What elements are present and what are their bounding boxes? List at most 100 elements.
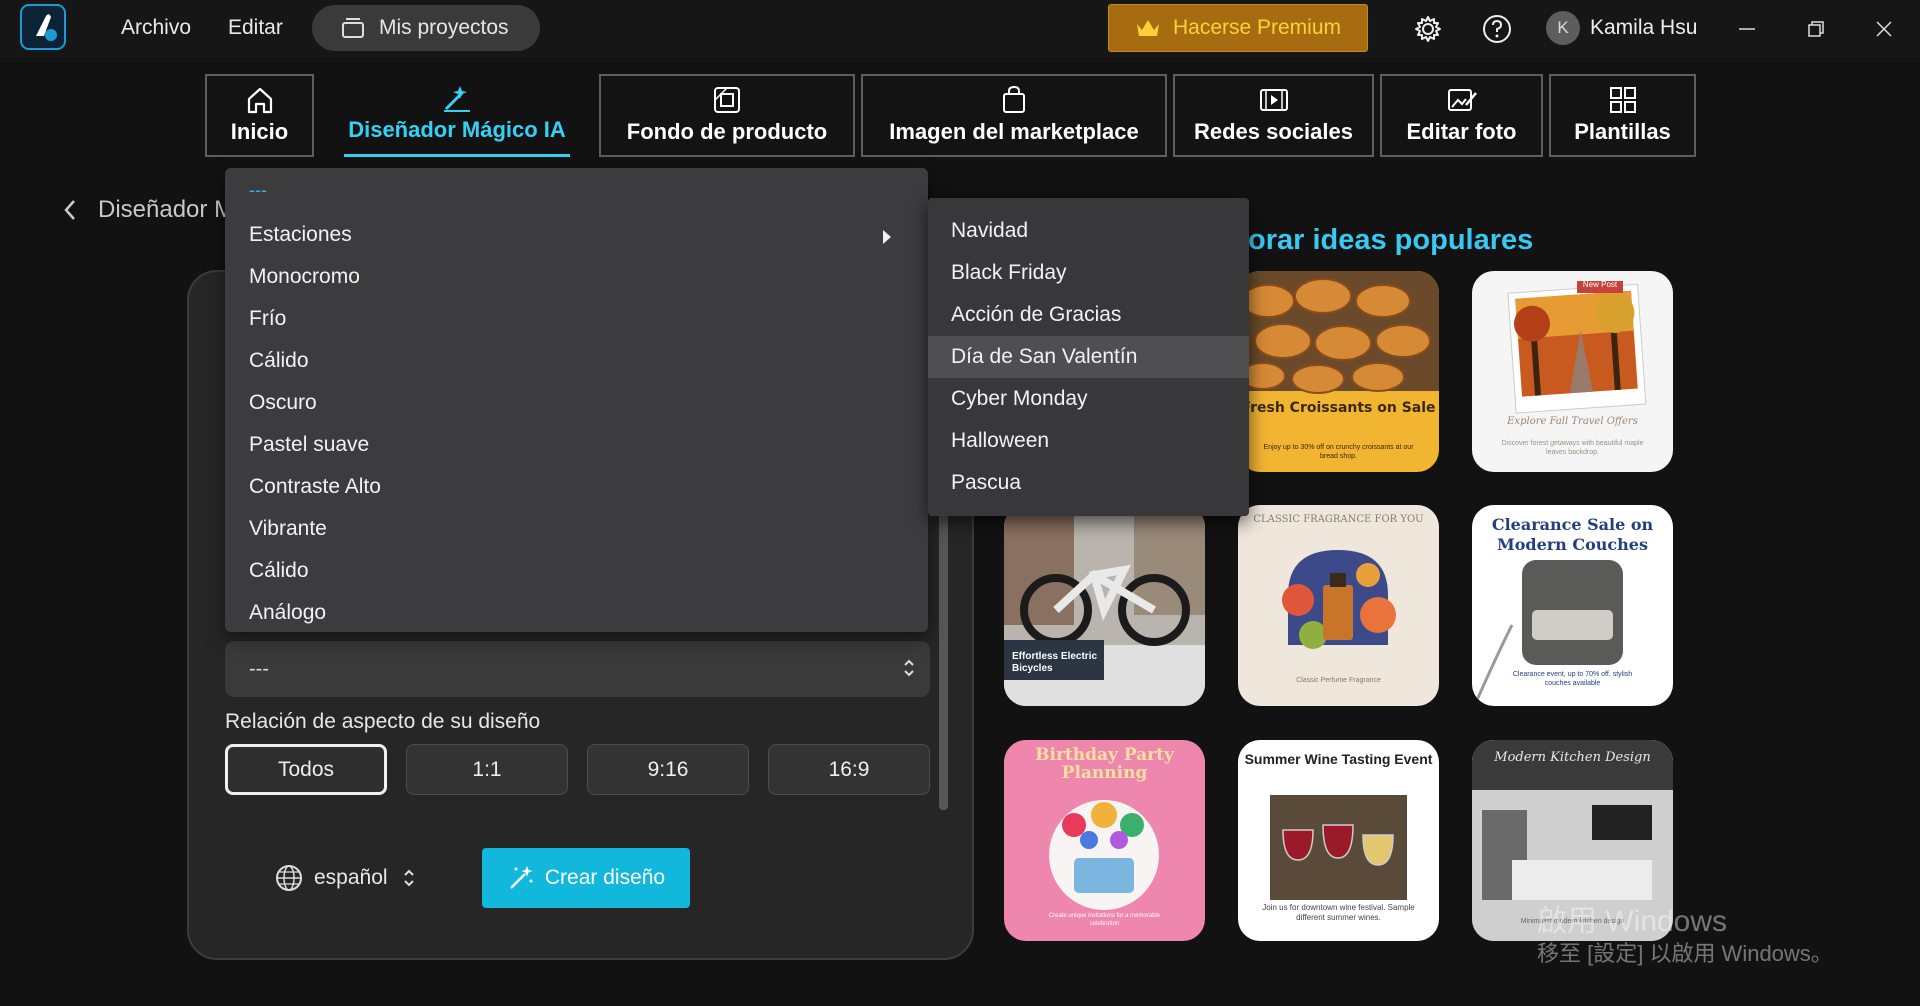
submenu-item-cyber-monday[interactable]: Cyber Monday — [928, 378, 1249, 420]
tab-label: Plantillas — [1574, 119, 1671, 144]
submenu-item-san-valentin[interactable]: Día de San Valentín — [928, 336, 1249, 378]
dropdown-item-analogo[interactable]: Análogo — [249, 601, 326, 625]
dropdown-item-calido[interactable]: Cálido — [249, 349, 309, 373]
home-icon — [247, 87, 272, 114]
premium-button[interactable]: Hacerse Premium — [1108, 4, 1368, 52]
color-style-dropdown[interactable]: --- Estaciones Monocromo Frío Cálido Osc… — [225, 168, 928, 632]
tab-fondo-producto[interactable]: Fondo de producto — [599, 74, 855, 157]
close-icon[interactable] — [1869, 14, 1899, 44]
crown-icon — [1136, 20, 1159, 36]
template-card-fall-travel[interactable]: New Post Explore Fall Travel Offers Disc… — [1472, 271, 1673, 472]
folder-stack-icon — [342, 18, 364, 38]
card-subtitle: Join us for downtown wine festival. Samp… — [1262, 903, 1415, 922]
shopping-bag-icon — [1003, 85, 1025, 113]
minimize-icon[interactable] — [1732, 14, 1762, 44]
card-title: Birthday Party Planning — [1035, 745, 1174, 783]
restore-icon[interactable] — [1801, 14, 1831, 44]
menu-archivo[interactable]: Archivo — [121, 16, 191, 40]
card-tag: New Post — [1582, 280, 1618, 289]
submenu-item-halloween[interactable]: Halloween — [928, 420, 1249, 462]
create-design-button[interactable]: Crear diseño — [482, 848, 690, 908]
template-card-wine[interactable]: Summer Wine Tasting Event Join us for do… — [1238, 740, 1439, 941]
avatar[interactable]: K — [1546, 11, 1580, 45]
tab-label: Inicio — [230, 119, 289, 144]
tab-label: Diseñador Mágico IA — [348, 117, 566, 142]
template-card-ebike[interactable]: Effortless Electric Bicycles — [1004, 505, 1205, 706]
card-subtitle: Clearance event, up to 70% off, stylish … — [1512, 671, 1633, 687]
ratio-9-16-button[interactable]: 9:16 — [587, 744, 749, 795]
card-title: Modern Kitchen Design — [1494, 750, 1651, 765]
dropdown-selected-value[interactable]: --- — [249, 180, 267, 201]
gallery-title: orar ideas populares — [1248, 224, 1534, 256]
tab-label: Editar foto — [1406, 119, 1517, 144]
template-card-birthday[interactable]: Birthday Party Planning Create unique in… — [1004, 740, 1205, 941]
aspect-ratio-label: Relación de aspecto de su diseño — [225, 710, 541, 733]
tab-redes-sociales[interactable]: Redes sociales — [1173, 74, 1374, 157]
card-subtitle: Create unique invitations for a memorabl… — [1048, 913, 1161, 927]
title-bar: Archivo Editar Mis proyectos Hacerse Pre… — [0, 0, 1920, 58]
dropdown-item-frio[interactable]: Frío — [249, 307, 286, 331]
card-subtitle: Classic Perfume Fragrance — [1296, 677, 1381, 684]
templates-icon — [1609, 87, 1636, 113]
tab-imagen-marketplace[interactable]: Imagen del marketplace — [861, 74, 1167, 157]
template-card-couches[interactable]: Clearance Sale on Modern Couches Clearan… — [1472, 505, 1673, 706]
tab-inicio[interactable]: Inicio — [205, 74, 314, 157]
product-background-icon — [714, 87, 740, 113]
dropdown-item-pastel-suave[interactable]: Pastel suave — [249, 433, 369, 457]
help-icon[interactable] — [1481, 13, 1513, 45]
submenu-item-pascua[interactable]: Pascua — [928, 462, 1249, 504]
username[interactable]: Kamila Hsu — [1590, 16, 1697, 40]
language-selector[interactable]: español — [274, 863, 416, 893]
windows-activation-hint: 移至 [設定] 以啟用 Windows。 — [1537, 941, 1833, 966]
ratio-1-1-button[interactable]: 1:1 — [406, 744, 568, 795]
card-subtitle: Discover forest getaways with beautiful … — [1501, 440, 1644, 456]
ratio-todos-button[interactable]: Todos — [225, 744, 387, 795]
settings-gear-icon[interactable] — [1412, 13, 1444, 45]
style-select[interactable]: --- — [225, 641, 930, 697]
premium-label: Hacerse Premium — [1172, 16, 1342, 39]
card-title: Explore Fall Travel Offers — [1507, 416, 1638, 427]
dropdown-item-calido-2[interactable]: Cálido — [249, 559, 309, 583]
tab-plantillas[interactable]: Plantillas — [1549, 74, 1696, 157]
create-design-label: Crear diseño — [544, 866, 666, 889]
updown-arrows-icon — [403, 869, 414, 887]
dropdown-item-monocromo[interactable]: Monocromo — [249, 265, 360, 289]
tab-label: Redes sociales — [1194, 119, 1353, 144]
card-title: Effortless Electric Bicycles — [1012, 651, 1098, 674]
updown-arrows-icon — [904, 659, 914, 677]
back-button[interactable]: Diseñador M — [62, 196, 234, 224]
globe-icon — [276, 865, 302, 891]
dropdown-item-contraste-alto[interactable]: Contraste Alto — [249, 475, 381, 499]
windows-activation-watermark: 啟用 Windows — [1537, 905, 1728, 938]
language-label: español — [314, 866, 388, 889]
magic-wand-icon — [509, 866, 533, 889]
card-title: CLASSIC FRAGRANCE FOR YOU — [1253, 514, 1424, 525]
seasons-submenu[interactable]: Navidad Black Friday Acción de Gracias D… — [928, 198, 1249, 516]
template-card-fragrance[interactable]: CLASSIC FRAGRANCE FOR YOU Classic Perfum… — [1238, 505, 1439, 706]
card-subtitle: Enjoy up to 30% off on crunchy croissant… — [1263, 444, 1414, 460]
menu-editar[interactable]: Editar — [228, 16, 283, 40]
submenu-item-navidad[interactable]: Navidad — [928, 210, 1249, 252]
caret-right-icon — [883, 230, 891, 244]
dropdown-item-oscuro[interactable]: Oscuro — [249, 391, 317, 415]
style-select-value: --- — [249, 657, 269, 680]
dropdown-item-label: Estaciones — [249, 223, 352, 246]
dropdown-item-vibrante[interactable]: Vibrante — [249, 517, 327, 541]
submenu-item-accion-de-gracias[interactable]: Acción de Gracias — [928, 294, 1249, 336]
card-title: Fresh Croissants on Sale — [1241, 400, 1436, 416]
tab-label: Imagen del marketplace — [889, 119, 1139, 144]
ratio-16-9-button[interactable]: 16:9 — [768, 744, 930, 795]
card-title: Summer Wine Tasting Event — [1244, 751, 1433, 767]
back-label: Diseñador M — [98, 196, 235, 223]
card-title: Clearance Sale on Modern Couches — [1491, 515, 1654, 554]
my-projects-button[interactable]: Mis proyectos — [312, 5, 540, 51]
video-icon — [1259, 89, 1288, 111]
tab-disenador-magico[interactable]: Diseñador Mágico IA — [344, 74, 570, 157]
app-logo-icon[interactable] — [20, 4, 66, 50]
submenu-item-black-friday[interactable]: Black Friday — [928, 252, 1249, 294]
tab-label: Fondo de producto — [626, 119, 828, 144]
active-tab-underline — [344, 154, 570, 157]
template-card-croissants[interactable]: Fresh Croissants on Sale Enjoy up to 30%… — [1238, 271, 1439, 472]
dropdown-item-estaciones[interactable]: Estaciones — [225, 220, 928, 254]
tab-editar-foto[interactable]: Editar foto — [1380, 74, 1543, 157]
